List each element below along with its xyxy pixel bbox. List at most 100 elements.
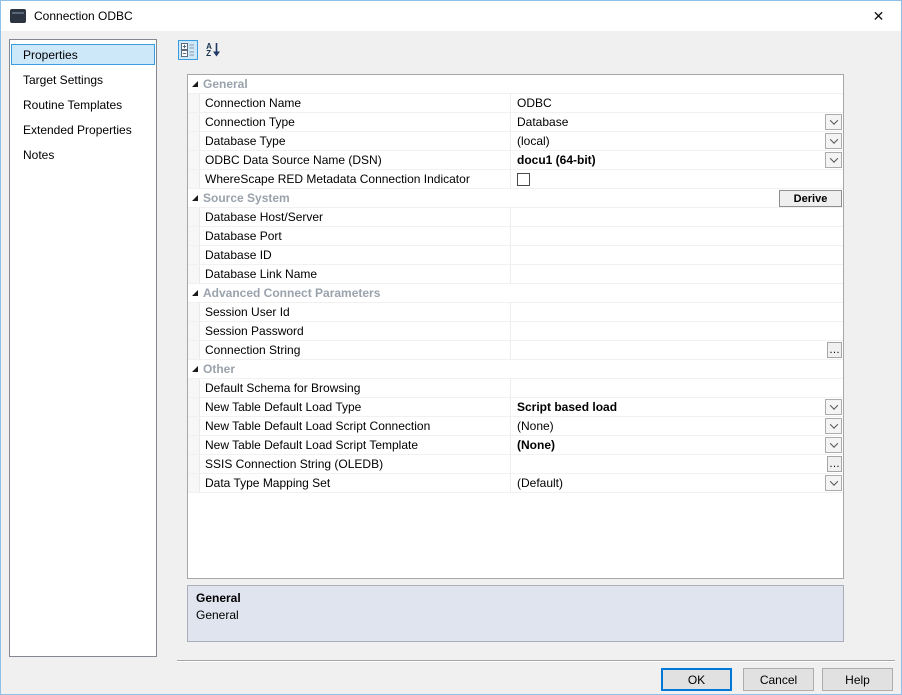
derive-button[interactable]: Derive — [779, 190, 842, 207]
category-source-system: Source System Derive — [188, 189, 843, 208]
sidebar-list: Properties Target Settings Routine Templat… — [9, 39, 157, 657]
wherescape-red-metadata-connection-indicator-checkbox[interactable] — [517, 172, 530, 186]
property-row-database-id[interactable]: Database ID — [188, 246, 843, 265]
property-label: Database Type — [200, 132, 511, 150]
help-button[interactable]: Help — [822, 668, 893, 691]
property-row-default-schema-for-browsing[interactable]: Default Schema for Browsing — [188, 379, 843, 398]
cancel-button[interactable]: Cancel — [743, 668, 814, 691]
sidebar-item-properties[interactable]: Properties — [11, 44, 155, 65]
dropdown-button[interactable] — [825, 437, 842, 453]
property-row-database-type[interactable]: Database Type (local) — [188, 132, 843, 151]
property-value[interactable]: Database — [511, 113, 843, 131]
row-indent — [188, 208, 200, 226]
property-label: WhereScape RED Metadata Connection Indic… — [200, 170, 511, 188]
close-icon[interactable]: ✕ — [856, 1, 901, 31]
property-value[interactable]: docu1 (64-bit) — [511, 151, 843, 169]
property-row-new-table-default-load-type[interactable]: New Table Default Load Type Script based … — [188, 398, 843, 417]
property-row-ssis-connection-string-oledb[interactable]: SSIS Connection String (OLEDB) … — [188, 455, 843, 474]
collapse-icon[interactable] — [188, 366, 201, 372]
property-value[interactable] — [511, 227, 843, 245]
property-label: ODBC Data Source Name (DSN) — [200, 151, 511, 169]
property-label: Data Type Mapping Set — [200, 474, 511, 492]
row-indent — [188, 474, 200, 492]
sidebar-item-notes[interactable]: Notes — [11, 144, 155, 165]
property-row-wherescape-red-metadata-connection-indicator[interactable]: WhereScape RED Metadata Connection Indic… — [188, 170, 843, 189]
property-value[interactable]: ODBC — [511, 94, 843, 112]
category-title: Advanced Connect Parameters — [203, 286, 381, 300]
chevron-down-icon — [829, 154, 838, 163]
property-value[interactable]: (None) — [511, 417, 843, 435]
ok-button[interactable]: OK — [661, 668, 732, 691]
property-label: Database Port — [200, 227, 511, 245]
property-value[interactable] — [511, 246, 843, 264]
row-indent — [188, 132, 200, 150]
category-general: General — [188, 75, 843, 94]
row-indent — [188, 455, 200, 473]
description-title: General — [196, 591, 241, 605]
row-indent — [188, 265, 200, 283]
property-row-new-table-default-load-script-connection[interactable]: New Table Default Load Script Connection… — [188, 417, 843, 436]
property-label: Session Password — [200, 322, 511, 340]
dropdown-button[interactable] — [825, 418, 842, 434]
row-indent — [188, 379, 200, 397]
value-text: Database — [517, 115, 569, 129]
collapse-icon[interactable] — [188, 290, 201, 296]
property-value[interactable]: (local) — [511, 132, 843, 150]
window-title: Connection ODBC — [34, 9, 133, 23]
property-value[interactable]: Script based load — [511, 398, 843, 416]
value-text: docu1 (64-bit) — [517, 153, 596, 167]
property-value[interactable] — [511, 379, 843, 397]
value-text: (None) — [517, 419, 554, 433]
property-row-data-type-mapping-set[interactable]: Data Type Mapping Set (Default) — [188, 474, 843, 493]
ellipsis-button[interactable]: … — [827, 456, 842, 472]
value-text: Script based load — [517, 400, 618, 414]
sidebar-item-routine-templates[interactable]: Routine Templates — [11, 94, 155, 115]
property-row-database-link-name[interactable]: Database Link Name — [188, 265, 843, 284]
property-label: Default Schema for Browsing — [200, 379, 511, 397]
property-row-database-host-server[interactable]: Database Host/Server — [188, 208, 843, 227]
property-label: Database Host/Server — [200, 208, 511, 226]
sort-down-arrow-icon — [212, 43, 220, 57]
property-value[interactable] — [511, 170, 843, 188]
property-row-connection-name[interactable]: Connection Name ODBC — [188, 94, 843, 113]
ellipsis-button[interactable]: … — [827, 342, 842, 358]
property-row-odbc-data-source-name-dsn[interactable]: ODBC Data Source Name (DSN) docu1 (64-bit… — [188, 151, 843, 170]
property-label: Connection Type — [200, 113, 511, 131]
property-grid: General Connection Name ODBC Connection Typ… — [187, 74, 844, 579]
sidebar-item-target-settings[interactable]: Target Settings — [11, 69, 155, 90]
property-value[interactable] — [511, 303, 843, 321]
property-value[interactable]: (None) — [511, 436, 843, 454]
property-value[interactable] — [511, 265, 843, 283]
sidebar-item-extended-properties[interactable]: Extended Properties — [11, 119, 155, 140]
categorized-view-button[interactable] — [178, 40, 198, 60]
dropdown-button[interactable] — [825, 133, 842, 149]
app-icon — [10, 9, 26, 23]
property-row-session-user-id[interactable]: Session User Id — [188, 303, 843, 322]
collapse-icon[interactable] — [188, 195, 201, 201]
alphabetical-sort-button[interactable]: A Z — [203, 40, 223, 60]
property-row-database-port[interactable]: Database Port — [188, 227, 843, 246]
property-grid-toolbar: A Z — [178, 40, 223, 60]
property-row-session-password[interactable]: Session Password — [188, 322, 843, 341]
row-indent — [188, 322, 200, 340]
dropdown-button[interactable] — [825, 399, 842, 415]
row-indent — [188, 151, 200, 169]
description-panel: General General — [187, 585, 844, 642]
row-indent — [188, 417, 200, 435]
property-value[interactable]: … — [511, 341, 843, 359]
property-value[interactable]: … — [511, 455, 843, 473]
property-row-connection-string[interactable]: Connection String… — [188, 341, 843, 360]
property-row-new-table-default-load-script-template[interactable]: New Table Default Load Script Template (N… — [188, 436, 843, 455]
chevron-down-icon — [829, 477, 838, 486]
property-row-connection-type[interactable]: Connection Type Database — [188, 113, 843, 132]
dropdown-button[interactable] — [825, 152, 842, 168]
property-value[interactable] — [511, 322, 843, 340]
dropdown-button[interactable] — [825, 114, 842, 130]
property-value[interactable]: (Default) — [511, 474, 843, 492]
property-value[interactable] — [511, 208, 843, 226]
collapse-icon[interactable] — [188, 81, 201, 87]
dropdown-button[interactable] — [825, 475, 842, 491]
category-title: General — [203, 77, 248, 91]
property-label: SSIS Connection String (OLEDB) — [200, 455, 511, 473]
row-indent — [188, 436, 200, 454]
